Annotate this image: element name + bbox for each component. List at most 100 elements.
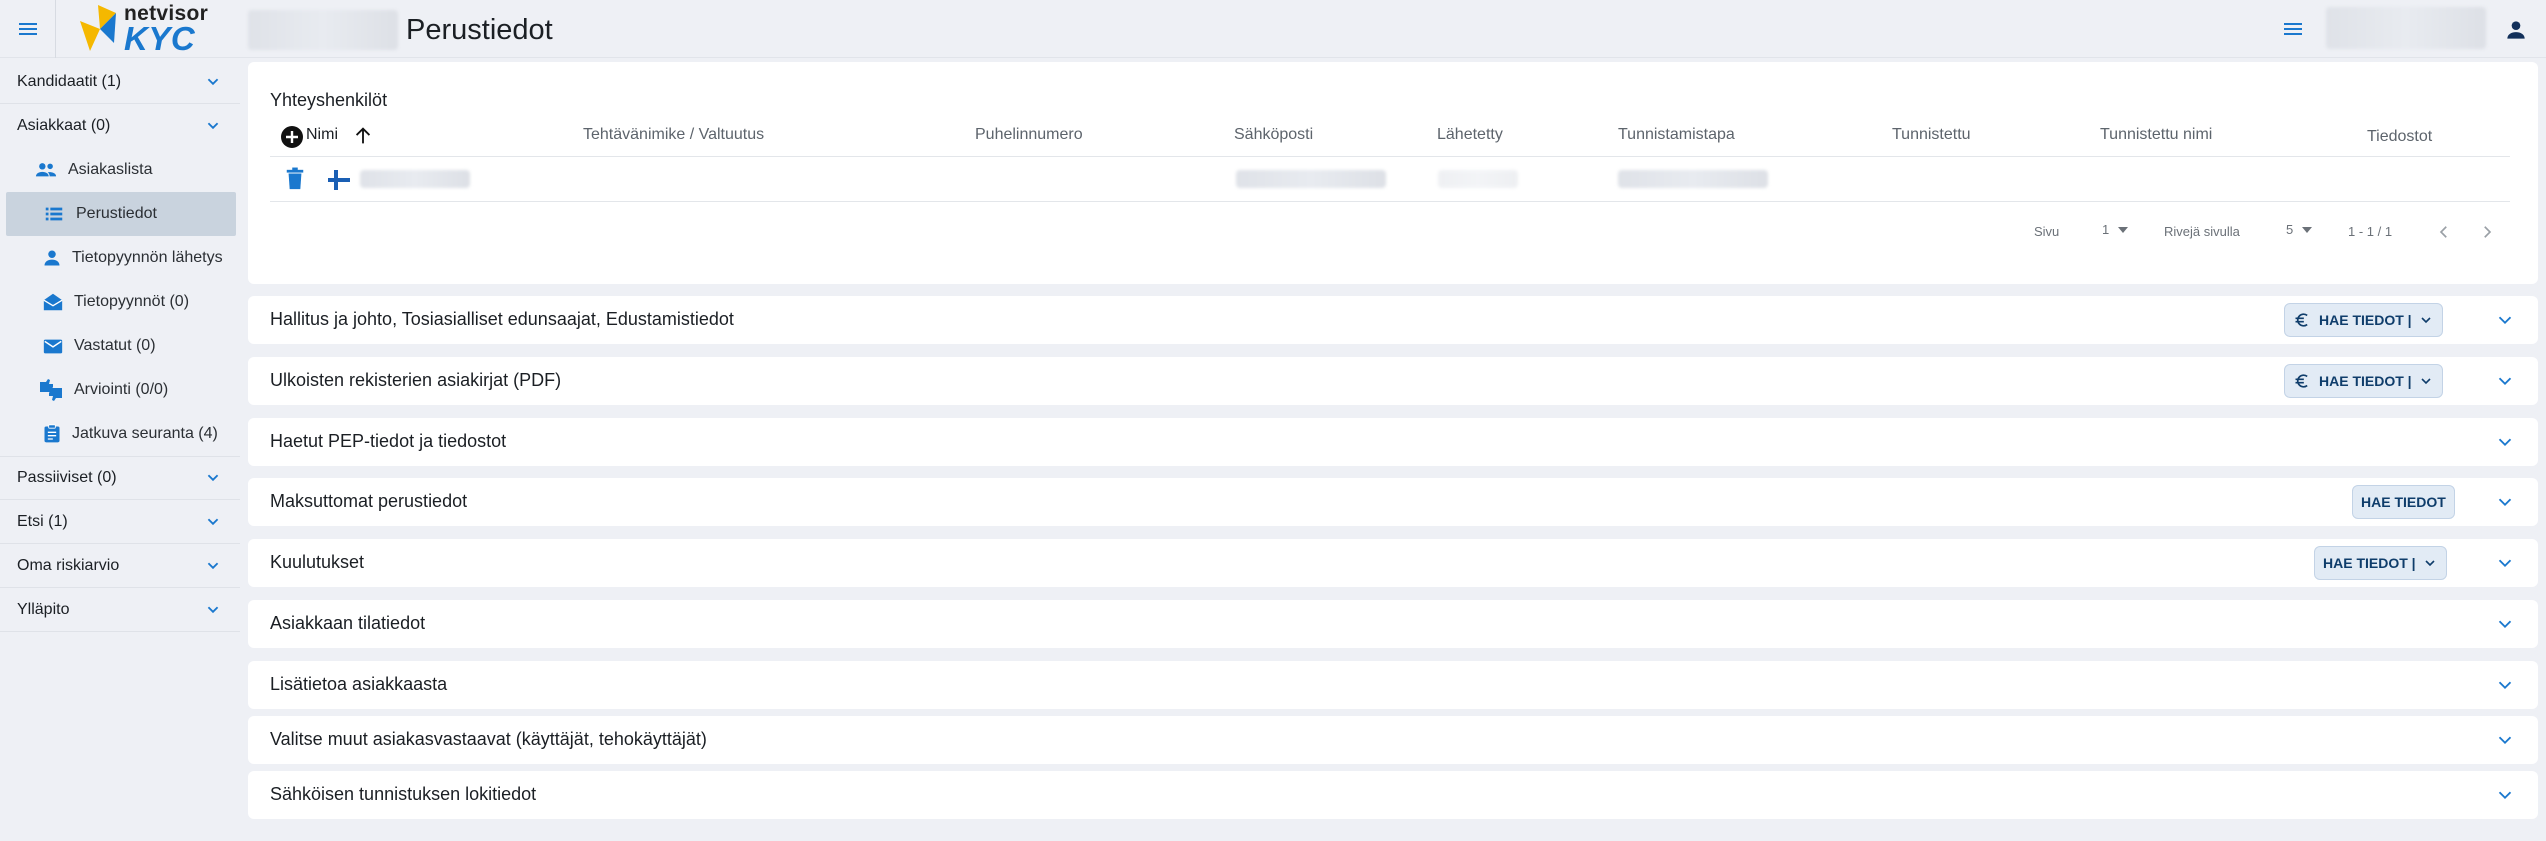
sidebar-item-vastatut[interactable]: Vastatut (0): [0, 324, 240, 368]
panel-maksuttomat-perustiedot[interactable]: Maksuttomat perustiedot HAE TIEDOT: [248, 478, 2538, 526]
add-contact-icon[interactable]: [280, 125, 304, 149]
main-content: Yhteyshenkilöt Nimi Tehtävänimike / Valt…: [248, 62, 2538, 819]
contact-name-redacted: [360, 170, 470, 188]
sidebar-item-perustiedot[interactable]: Perustiedot: [6, 192, 236, 236]
pager-page-select[interactable]: 1: [2102, 222, 2129, 237]
mail-icon: [43, 339, 63, 354]
panel-asiakkaan-tilatiedot[interactable]: Asiakkaan tilatiedot: [248, 600, 2538, 648]
pager-page-value: 1: [2102, 222, 2110, 237]
chevron-down-icon: [207, 518, 219, 525]
panel-title: Asiakkaan tilatiedot: [270, 613, 426, 633]
contact-sent-redacted: [1438, 170, 1518, 188]
hae-tiedot-button[interactable]: HAE TIEDOT |: [2284, 364, 2443, 398]
panel-haetut-pep-tiedot[interactable]: Haetut PEP-tiedot ja tiedostot: [248, 418, 2538, 466]
pager-previous-button[interactable]: [2431, 219, 2457, 245]
expand-chevron-icon[interactable]: [2494, 370, 2516, 392]
column-header-tunnistamistapa[interactable]: Tunnistamistapa: [1618, 126, 1735, 144]
panel-lisatietoa-asiakkaasta[interactable]: Lisätietoa asiakkaasta: [248, 661, 2538, 709]
user-account-button[interactable]: [2496, 10, 2536, 50]
column-header-lahetetty[interactable]: Lähetetty: [1437, 126, 1503, 144]
expand-chevron-icon[interactable]: [2494, 309, 2516, 331]
chevron-right-icon: [2484, 226, 2492, 238]
sidebar: Kandidaatit (1) Asiakkaat (0) Asiakaslis…: [0, 60, 240, 841]
hamburger-menu-button[interactable]: [0, 0, 56, 58]
column-header-tiedostot[interactable]: Tiedostot: [2367, 128, 2432, 146]
expand-chevron-icon[interactable]: [2494, 431, 2516, 453]
contacts-table-header: Nimi Tehtävänimike / Valtuutus Puhelinnu…: [270, 117, 2510, 157]
sidebar-item-tietopyynnon-lahetys[interactable]: Tietopyynnön lähetys: [0, 236, 240, 280]
panel-title: Valitse muut asiakasvastaavat (käyttäjät…: [270, 729, 707, 749]
chevron-down-icon: [207, 78, 219, 85]
sidebar-item-arviointi[interactable]: Arviointi (0/0): [0, 368, 240, 412]
panel-title: Hallitus ja johto, Tosiasialliset edunsa…: [270, 309, 734, 329]
panel-title: Maksuttomat perustiedot: [270, 491, 468, 511]
sidebar-section-oma-riskiarvio[interactable]: Oma riskiarvio: [0, 544, 240, 588]
panel-title: Sähköisen tunnistuksen lokitiedot: [270, 784, 537, 804]
sidebar-section-label: Etsi (1): [17, 512, 68, 530]
column-header-tunnistettu-nimi[interactable]: Tunnistettu nimi: [2100, 126, 2212, 144]
list-icon: [45, 207, 63, 221]
hae-tiedot-button[interactable]: HAE TIEDOT |: [2314, 546, 2447, 580]
chevron-left-icon: [2439, 226, 2447, 238]
hae-tiedot-button[interactable]: HAE TIEDOT: [2352, 485, 2455, 519]
contact-method-redacted: [1618, 170, 1768, 188]
panel-title: Haetut PEP-tiedot ja tiedostot: [270, 431, 507, 451]
expand-chevron-icon[interactable]: [2494, 729, 2516, 751]
sort-ascending-icon[interactable]: [352, 125, 374, 147]
column-header-puhelinnumero[interactable]: Puhelinnumero: [975, 126, 1083, 144]
panel-sahkoisen-tunnistuksen-lokitiedot[interactable]: Sähköisen tunnistuksen lokitiedot: [248, 771, 2538, 819]
panel-title: Lisätietoa asiakkaasta: [270, 674, 448, 694]
panel-title: Kuulutukset: [270, 552, 365, 572]
pager-rows-select[interactable]: 5: [2286, 222, 2313, 237]
dropdown-arrow-icon: [2302, 226, 2313, 233]
sidebar-section-etsi[interactable]: Etsi (1): [0, 500, 240, 544]
contacts-title: Yhteyshenkilöt: [270, 90, 388, 110]
options-menu-button[interactable]: [2276, 12, 2310, 46]
chevron-down-icon: [207, 474, 219, 482]
panel-valitse-muut-asiakasvastaavat[interactable]: Valitse muut asiakasvastaavat (käyttäjät…: [248, 716, 2538, 764]
chevron-down-icon: [2421, 378, 2431, 385]
sidebar-item-asiakaslista[interactable]: Asiakaslista: [0, 148, 240, 192]
chevron-down-icon: [2421, 317, 2431, 324]
hae-tiedot-label: HAE TIEDOT |: [2319, 312, 2412, 328]
sidebar-item-tietopyynnot[interactable]: Tietopyynnöt (0): [0, 280, 240, 324]
sidebar-item-label: Vastatut (0): [74, 337, 156, 354]
chevron-down-icon: [207, 562, 219, 569]
pager-next-button[interactable]: [2474, 219, 2500, 245]
sidebar-section-label: Ylläpito: [17, 600, 70, 618]
sidebar-section-yllapito[interactable]: Ylläpito: [0, 588, 240, 632]
person-icon: [44, 250, 60, 266]
expand-chevron-icon[interactable]: [2494, 674, 2516, 696]
contacts-card: Yhteyshenkilöt Nimi Tehtävänimike / Valt…: [248, 62, 2538, 284]
sidebar-item-label: Tietopyynnöt (0): [74, 293, 190, 310]
expand-chevron-icon[interactable]: [2494, 784, 2516, 806]
column-header-tunnistettu[interactable]: Tunnistettu: [1892, 126, 1971, 144]
euro-icon: [2295, 313, 2308, 327]
netvisor-kyc-logo[interactable]: netvisor KYC: [76, 0, 246, 58]
menu-icon: [2284, 23, 2302, 35]
pager-rows-label: Rivejä sivulla: [2164, 224, 2240, 239]
sidebar-item-label: Perustiedot: [76, 205, 157, 222]
expand-chevron-icon[interactable]: [2494, 613, 2516, 635]
column-header-tehtavanimike[interactable]: Tehtävänimike / Valtuutus: [583, 126, 764, 144]
delete-icon[interactable]: [284, 166, 306, 192]
hae-tiedot-button[interactable]: HAE TIEDOT |: [2284, 303, 2443, 337]
panel-kuulutukset[interactable]: Kuulutukset HAE TIEDOT |: [248, 539, 2538, 587]
logo-mark-icon: [80, 5, 116, 51]
panel-hallitus-ja-johto[interactable]: Hallitus ja johto, Tosiasialliset edunsa…: [248, 296, 2538, 344]
sidebar-section-asiakkaat[interactable]: Asiakkaat (0): [0, 104, 240, 148]
column-header-nimi[interactable]: Nimi: [306, 126, 338, 144]
panel-ulkoisten-rekisterien-asiakirjat[interactable]: Ulkoisten rekisterien asiakirjat (PDF) H…: [248, 357, 2538, 405]
column-header-sahkoposti[interactable]: Sähköposti: [1234, 126, 1313, 144]
sidebar-section-label: Oma riskiarvio: [17, 556, 120, 574]
expand-chevron-icon[interactable]: [2494, 552, 2516, 574]
sidebar-section-passiiviset[interactable]: Passiiviset (0): [0, 456, 240, 500]
assignment-icon: [44, 424, 60, 443]
sidebar-section-label: Passiiviset (0): [17, 469, 117, 486]
sidebar-section-kandidaatit[interactable]: Kandidaatit (1): [0, 60, 240, 104]
hae-tiedot-label: HAE TIEDOT |: [2323, 555, 2416, 571]
finnish-flag-icon: [328, 170, 350, 190]
table-row[interactable]: [270, 158, 2510, 202]
expand-chevron-icon[interactable]: [2494, 491, 2516, 513]
sidebar-item-jatkuva-seuranta[interactable]: Jatkuva seuranta (4): [0, 412, 240, 456]
